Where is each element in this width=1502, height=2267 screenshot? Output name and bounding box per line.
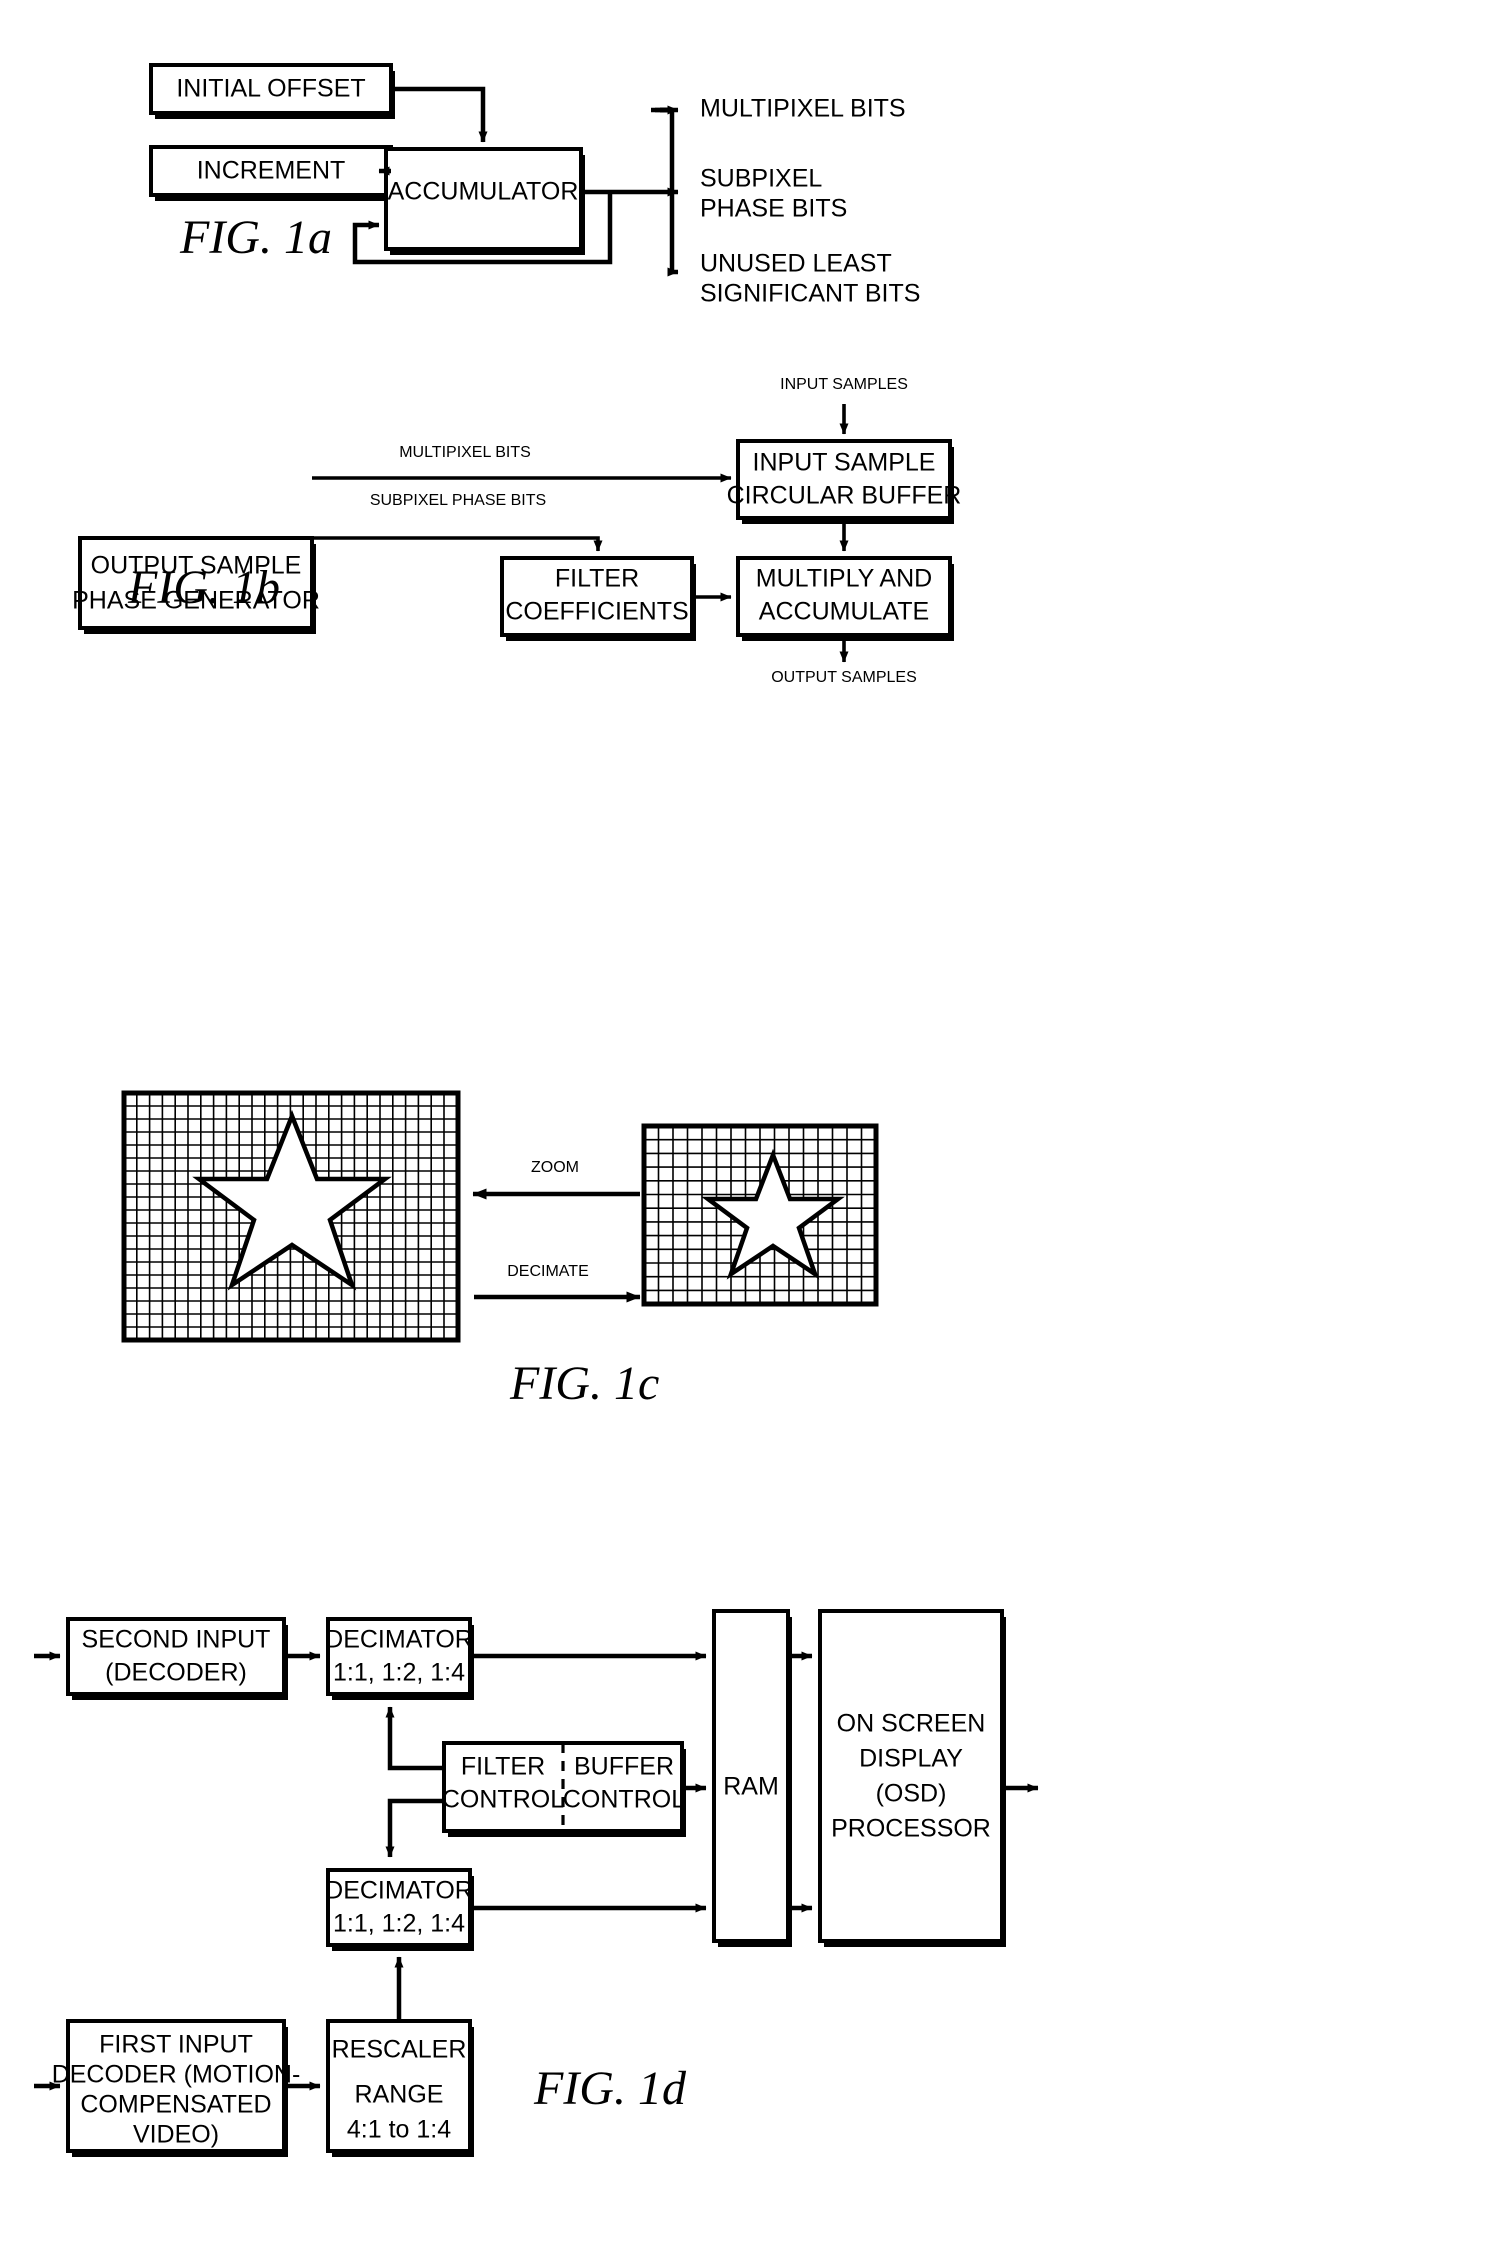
decimator-top-label-line1: DECIMATOR (325, 1626, 473, 1654)
subpixel-output-label-line1: SUBPIXEL (700, 165, 822, 193)
circular-buffer-label-line2: CIRCULAR BUFFER (727, 482, 962, 510)
figure-1a-caption: FIG. 1a (179, 211, 332, 264)
filter-coefficients-label-line2: COEFFICIENTS (505, 598, 688, 626)
circular-buffer-label-line1: INPUT SAMPLE (753, 449, 936, 477)
unused-output-label-line2: SIGNIFICANT BITS (700, 280, 920, 308)
filter-control-label-line2: CONTROL (442, 1786, 564, 1814)
figure-1b-caption: FIG. 1b (127, 561, 280, 614)
increment-label: INCREMENT (197, 157, 346, 185)
rescaler-label-line2: RANGE (355, 2081, 444, 2109)
osd-label-line3: (OSD) (876, 1780, 947, 1808)
second-input-label-line2: (DECODER) (105, 1659, 247, 1687)
wire-control-to-decimator-top (385, 1706, 444, 1771)
figure-1b: OUTPUT SAMPLE PHASE GENERATOR INPUT SAMP… (72, 376, 961, 686)
first-input-label-line1: FIRST INPUT (99, 2031, 253, 2059)
figures-canvas: INITIAL OFFSET INCREMENT ACCUMULATOR MUL… (34, 63, 1039, 2157)
multipixel-bits-signal-label: MULTIPIXEL BITS (399, 444, 531, 461)
second-input-label-line1: SECOND INPUT (82, 1626, 271, 1654)
rescaler-label-line1: RESCALER (332, 2036, 467, 2064)
accumulator-label: ACCUMULATOR (388, 178, 579, 206)
osd-box (818, 1609, 1004, 1943)
figure-1c: ZOOM DECIMATE FIG. 1c (121, 1090, 879, 1410)
subpixel-phase-bits-signal-label: SUBPIXEL PHASE BITS (370, 492, 546, 509)
wire-subpixel-phase-bits (312, 536, 603, 552)
multiply-accumulate-label-line2: ACCUMULATE (759, 598, 929, 626)
buffer-control-label-line1: BUFFER (574, 1753, 674, 1781)
decimator-bottom-label-line1: DECIMATOR (325, 1877, 473, 1905)
output-samples-label: OUTPUT SAMPLES (771, 669, 917, 686)
osd-label-line2: DISPLAY (859, 1745, 963, 1773)
wire-control-to-decimator-bottom (385, 1798, 444, 1858)
patent-figure-sheet: INITIAL OFFSET INCREMENT ACCUMULATOR MUL… (0, 0, 1502, 2267)
osd-label-line1: ON SCREEN (837, 1710, 986, 1738)
figure-1a: INITIAL OFFSET INCREMENT ACCUMULATOR MUL… (149, 63, 920, 308)
figure-1d: SECOND INPUT (DECODER) DECIMATOR 1:1, 1:… (34, 1609, 1039, 2157)
decimator-top-label-line2: 1:1, 1:2, 1:4 (333, 1659, 465, 1687)
initial-offset-label: INITIAL OFFSET (176, 75, 365, 103)
rescaler-label-line3: 4:1 to 1:4 (347, 2116, 451, 2144)
first-input-label-line2: DECODER (MOTION- (52, 2061, 301, 2089)
figure-1d-caption: FIG. 1d (533, 2062, 687, 2115)
first-input-label-line3: COMPENSATED (80, 2091, 271, 2119)
multiply-accumulate-label-line1: MULTIPLY AND (756, 565, 932, 593)
filter-coefficients-label-line1: FILTER (555, 565, 639, 593)
decimate-arrow-label: DECIMATE (507, 1263, 588, 1280)
unused-output-label-line1: UNUSED LEAST (700, 250, 892, 278)
multipixel-bits-output-label: MULTIPIXEL BITS (700, 95, 906, 123)
figure-1c-caption: FIG. 1c (509, 1357, 659, 1410)
subpixel-output-label-line2: PHASE BITS (700, 195, 847, 223)
buffer-control-label-line2: CONTROL (563, 1786, 685, 1814)
zoom-arrow-label: ZOOM (531, 1159, 579, 1176)
osd-label-line4: PROCESSOR (831, 1815, 991, 1843)
filter-control-label-line1: FILTER (461, 1753, 545, 1781)
wire-initial-offset-to-accumulator (391, 86, 488, 143)
input-samples-label: INPUT SAMPLES (780, 376, 908, 393)
decimator-bottom-label-line2: 1:1, 1:2, 1:4 (333, 1910, 465, 1938)
first-input-label-line4: VIDEO) (133, 2121, 219, 2149)
ram-label: RAM (723, 1773, 779, 1801)
